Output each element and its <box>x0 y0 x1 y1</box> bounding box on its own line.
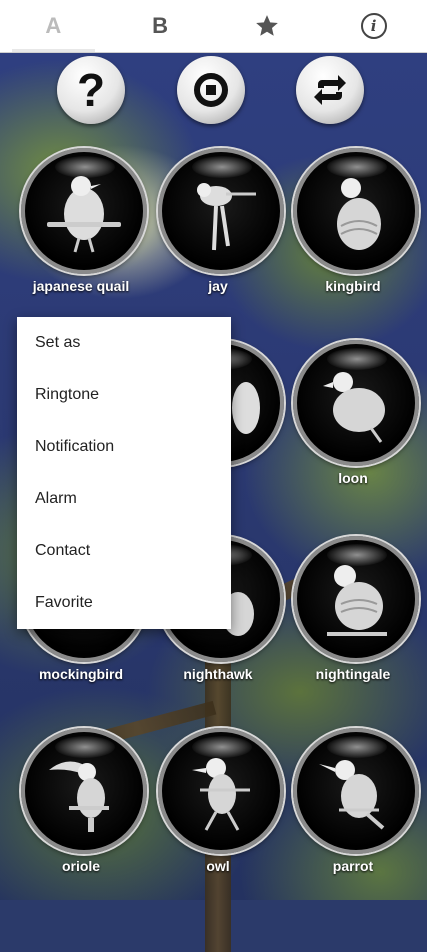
info-icon: i <box>360 13 387 39</box>
tab-a-label: A <box>45 13 62 38</box>
bird-disc <box>21 728 147 854</box>
menu-item-alarm[interactable]: Alarm <box>17 473 231 525</box>
bird-label: kingbird <box>325 278 381 294</box>
quail-icon <box>47 176 121 253</box>
bird-button-owl[interactable]: owl <box>155 728 284 878</box>
bird-label: nightingale <box>315 666 391 682</box>
nightingale-icon <box>327 565 387 636</box>
bird-button-parrot[interactable]: parrot <box>290 728 419 878</box>
bird-button-loon[interactable]: loon <box>290 340 419 490</box>
tab-bar: A B i <box>0 0 427 53</box>
kingbird-icon <box>337 178 381 250</box>
repeat-button[interactable] <box>296 56 364 124</box>
question-icon: ? <box>76 64 106 116</box>
bird-label: jay <box>208 278 228 294</box>
bird-disc <box>293 340 419 466</box>
menu-item-favorite[interactable]: Favorite <box>17 577 231 629</box>
menu-title-set-as: Set as <box>35 334 81 351</box>
owl-icon <box>192 758 250 831</box>
bird-disc <box>293 148 419 274</box>
info-icon-glyph: i <box>370 17 377 35</box>
bird-disc <box>21 148 147 274</box>
set-as-menu: Set as Ringtone Notification Alarm Conta… <box>17 317 231 629</box>
bird-label: loon <box>338 470 368 486</box>
menu-item-ringtone[interactable]: Ringtone <box>17 369 231 421</box>
tab-a[interactable]: A <box>0 0 107 52</box>
bird-label: owl <box>206 858 230 874</box>
tab-info[interactable]: i <box>320 0 427 52</box>
menu-item-contact[interactable]: Contact <box>17 525 231 577</box>
bird-button-jay[interactable]: jay <box>155 148 284 298</box>
menu-item-notification[interactable]: Notification <box>17 421 231 473</box>
help-button[interactable]: ? <box>57 56 125 124</box>
jay-icon <box>197 183 256 251</box>
tab-b[interactable]: B <box>107 0 214 52</box>
stop-icon <box>194 73 228 107</box>
bird-button-nightingale[interactable]: nightingale <box>290 536 419 686</box>
tab-b-label: B <box>152 13 169 38</box>
bird-button-kingbird[interactable]: kingbird <box>290 148 419 298</box>
bird-disc <box>158 728 284 854</box>
bird-button-japanese-quail[interactable]: japanese quail <box>18 148 147 298</box>
oriole-icon <box>49 761 109 832</box>
bird-label: nighthawk <box>183 666 253 682</box>
loon-icon <box>323 372 385 443</box>
bird-button-oriole[interactable]: oriole <box>18 728 147 878</box>
parrot-icon <box>319 760 385 830</box>
bird-label: mockingbird <box>38 666 123 682</box>
star-icon <box>256 15 278 36</box>
bird-disc <box>158 148 284 274</box>
bird-label: japanese quail <box>32 278 130 294</box>
repeat-icon <box>314 75 346 105</box>
bird-disc <box>293 536 419 662</box>
bird-label: oriole <box>61 858 101 874</box>
stop-button[interactable] <box>177 56 245 124</box>
bird-disc <box>293 728 419 854</box>
tab-favorites[interactable] <box>214 0 321 52</box>
bird-label: parrot <box>332 858 374 874</box>
